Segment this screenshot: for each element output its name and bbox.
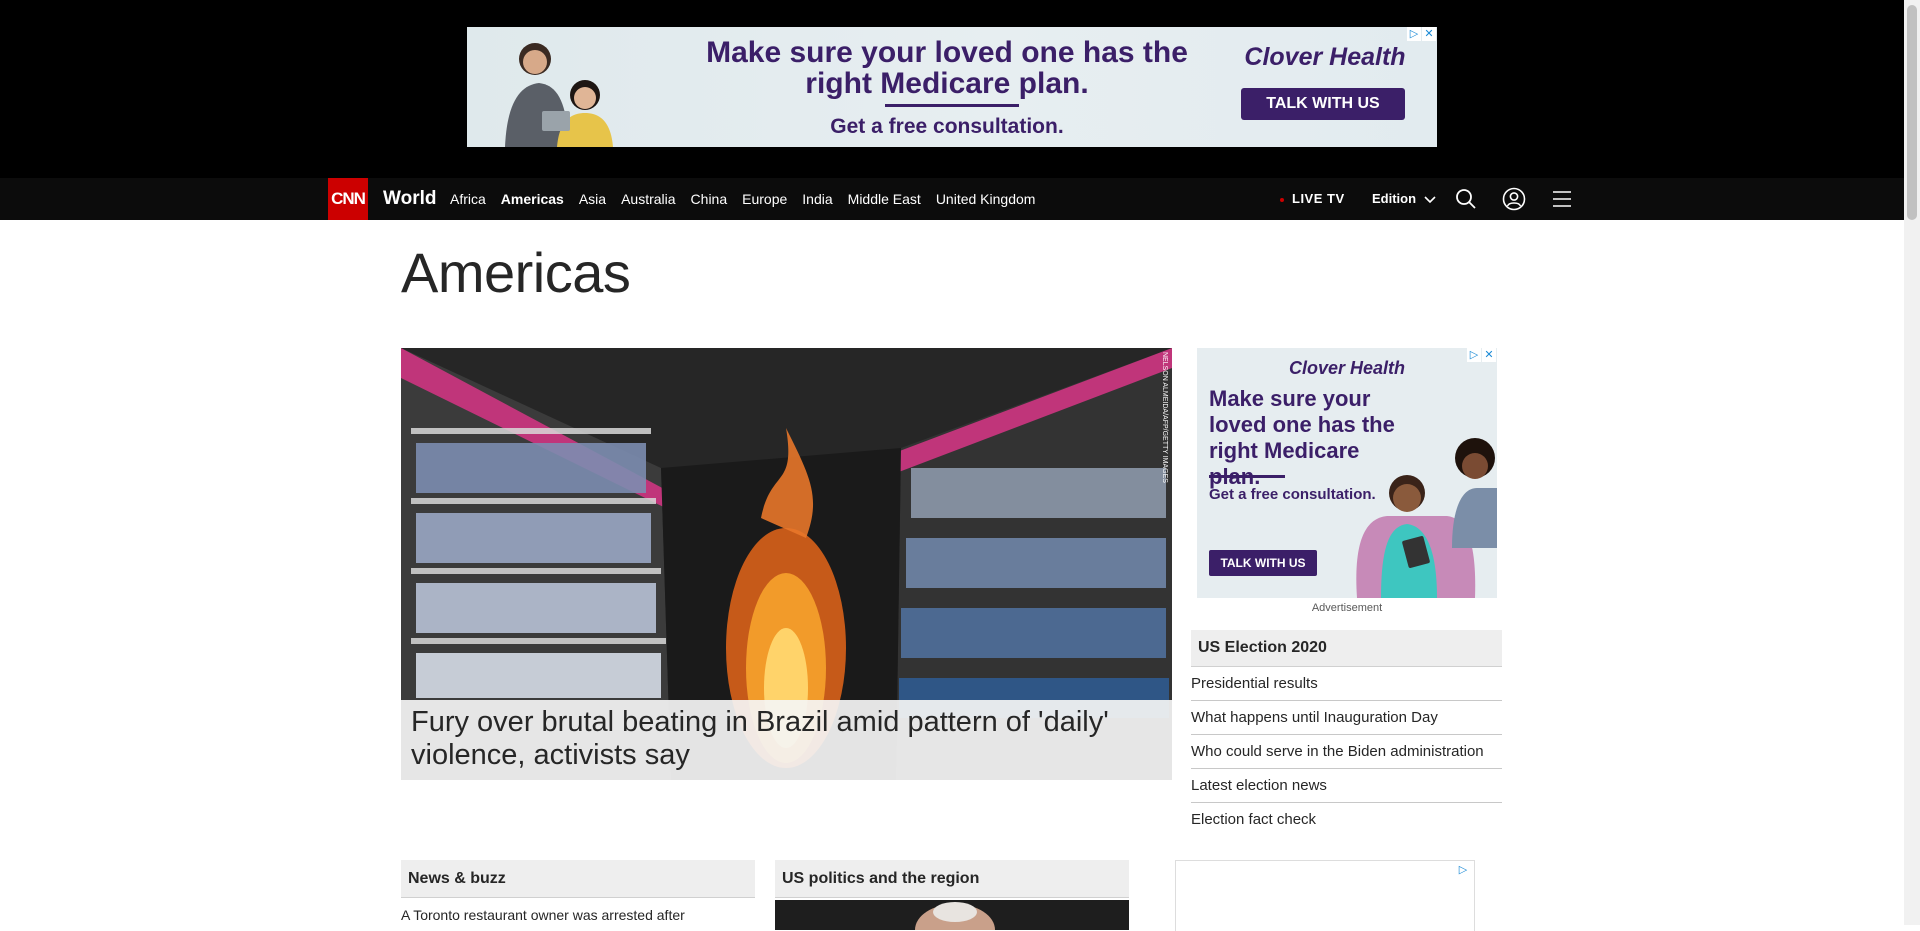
main-nav: CNN World Africa Americas Asia Australia… (0, 178, 1904, 220)
nav-link-europe[interactable]: Europe (742, 191, 787, 207)
side-ad-controls: ▷ ✕ (1467, 348, 1496, 362)
live-tv-link[interactable]: LIVE TV (1280, 191, 1345, 206)
live-dot-icon (1280, 197, 1284, 202)
scrollbar-thumb[interactable] (1907, 5, 1917, 220)
bottom-ad-controls: ▷ (1456, 863, 1470, 877)
election-link[interactable]: Election fact check (1191, 803, 1502, 836)
edition-dropdown[interactable]: Edition (1372, 191, 1436, 206)
nav-link-africa[interactable]: Africa (450, 191, 486, 207)
election-link[interactable]: Presidential results (1191, 667, 1502, 701)
top-ad-banner[interactable]: Make sure your loved one has the right M… (467, 27, 1437, 147)
top-ad-subline: Get a free consultation. (830, 115, 1064, 138)
ad-people-illustration (505, 43, 613, 147)
section-title[interactable]: News & buzz (401, 860, 755, 898)
section-first-item[interactable]: A Toronto restaurant owner was arrested … (401, 906, 755, 924)
top-ad-headline: Make sure your loved one has the right M… (706, 36, 1188, 100)
election-link[interactable]: Who could serve in the Biden administrat… (1191, 735, 1502, 769)
cnn-logo[interactable]: CNN (328, 178, 368, 220)
page-title: Americas (401, 241, 631, 304)
top-ad-cta-button[interactable]: TALK WITH US (1241, 88, 1405, 120)
section-news-buzz: News & buzz A Toronto restaurant owner w… (401, 860, 755, 924)
adchoices-icon[interactable]: ▷ (1456, 863, 1470, 877)
page-scrollbar[interactable] (1904, 0, 1920, 925)
side-ad-cta-button[interactable]: TALK WITH US (1209, 550, 1317, 576)
nav-link-australia[interactable]: Australia (621, 191, 675, 207)
hero-caption: Fury over brutal beating in Brazil amid … (401, 700, 1172, 780)
chevron-down-icon (1424, 195, 1436, 203)
section-title[interactable]: US politics and the region (775, 860, 1129, 898)
close-icon[interactable]: ✕ (1482, 348, 1496, 362)
hero-headline[interactable]: Fury over brutal beating in Brazil amid … (411, 706, 1161, 772)
nav-link-china[interactable]: China (691, 191, 728, 207)
ad-people-illustration (1356, 438, 1497, 598)
nav-link-asia[interactable]: Asia (579, 191, 606, 207)
menu-icon[interactable] (1550, 187, 1574, 211)
top-ad-divider (885, 104, 1019, 107)
photo-credit: NELSON ALMEIDA/AFP/GETTY IMAGES (1161, 352, 1168, 483)
election-link[interactable]: What happens until Inauguration Day (1191, 701, 1502, 735)
advertisement-label: Advertisement (1311, 602, 1383, 614)
live-tv-label: LIVE TV (1292, 191, 1345, 206)
nav-link-americas[interactable]: Americas (501, 191, 564, 207)
top-ad-controls: ▷ ✕ (1407, 27, 1436, 41)
section-thumbnail[interactable] (775, 900, 1129, 930)
bottom-ad-slot[interactable]: ▷ (1175, 860, 1475, 931)
search-icon[interactable] (1454, 187, 1478, 211)
side-ad-banner[interactable]: Clover Health Make sure your loved one h… (1197, 348, 1497, 598)
edition-label: Edition (1372, 191, 1417, 206)
election-link[interactable]: Latest election news (1191, 769, 1502, 803)
side-ad-brand: Clover Health (1288, 358, 1406, 378)
account-icon[interactable] (1502, 187, 1526, 211)
close-icon[interactable]: ✕ (1422, 27, 1436, 41)
section-thumbnail-image (775, 900, 1129, 930)
adchoices-icon[interactable]: ▷ (1407, 27, 1421, 41)
adchoices-icon[interactable]: ▷ (1467, 348, 1481, 362)
hero-story[interactable]: NELSON ALMEIDA/AFP/GETTY IMAGES Fury ove… (401, 348, 1172, 780)
nav-section-world[interactable]: World (383, 188, 436, 210)
election-box-title[interactable]: US Election 2020 (1191, 630, 1502, 667)
section-us-politics: US politics and the region (775, 860, 1129, 930)
nav-link-india[interactable]: India (802, 191, 832, 207)
nav-link-middle-east[interactable]: Middle East (848, 191, 921, 207)
top-ad-brand: Clover Health (1244, 43, 1406, 71)
nav-links: Africa Americas Asia Australia China Eur… (450, 178, 1050, 220)
side-ad-divider (1209, 475, 1285, 478)
top-ad-band: Make sure your loved one has the right M… (0, 0, 1904, 178)
election-box: US Election 2020 Presidential results Wh… (1191, 630, 1502, 836)
nav-link-united-kingdom[interactable]: United Kingdom (936, 191, 1036, 207)
